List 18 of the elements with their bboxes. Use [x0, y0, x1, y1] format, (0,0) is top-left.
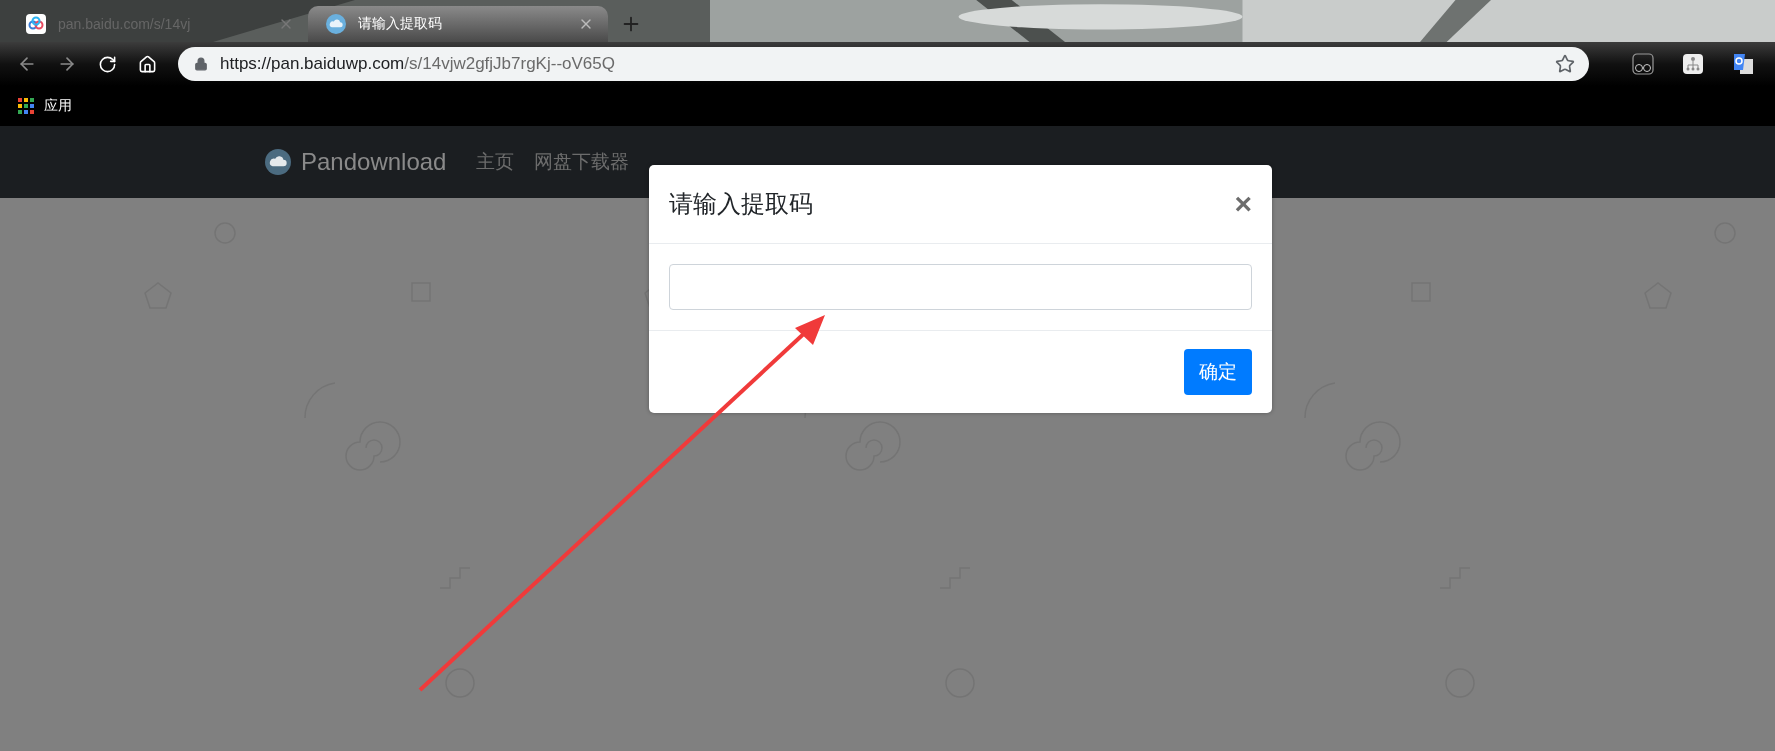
confirm-button[interactable]: 确定: [1184, 349, 1252, 395]
site-brand[interactable]: Pandownload: [301, 148, 447, 176]
close-button[interactable]: ×: [1234, 187, 1252, 221]
tab-title: 请输入提取码: [358, 15, 443, 33]
browser-tab[interactable]: 请输入提取码: [308, 6, 608, 42]
dialog-title: 请输入提取码: [669, 189, 813, 219]
sitemap-extension-icon[interactable]: [1682, 53, 1704, 75]
glasses-extension-icon[interactable]: [1632, 53, 1654, 75]
input-field[interactable]: [669, 264, 1252, 310]
apps-grid-icon: [18, 98, 34, 114]
lock-icon: [194, 57, 208, 71]
nav-link[interactable]: 网盘下载器: [534, 149, 630, 175]
nav-link[interactable]: 主页: [476, 149, 515, 175]
bookmark[interactable]: 应用: [18, 97, 72, 115]
address-bar[interactable]: https://pan.baiduwp.com/s/14vjw2gfjJb7rgKj--oV65Q: [178, 47, 1589, 81]
translate-extension-icon[interactable]: [1732, 53, 1754, 75]
bookmark-star-icon[interactable]: [1555, 54, 1575, 74]
url-text: https://pan.baiduwp.com/s/14vjw2gfjJb7rgKj--oV65Q: [220, 54, 616, 74]
